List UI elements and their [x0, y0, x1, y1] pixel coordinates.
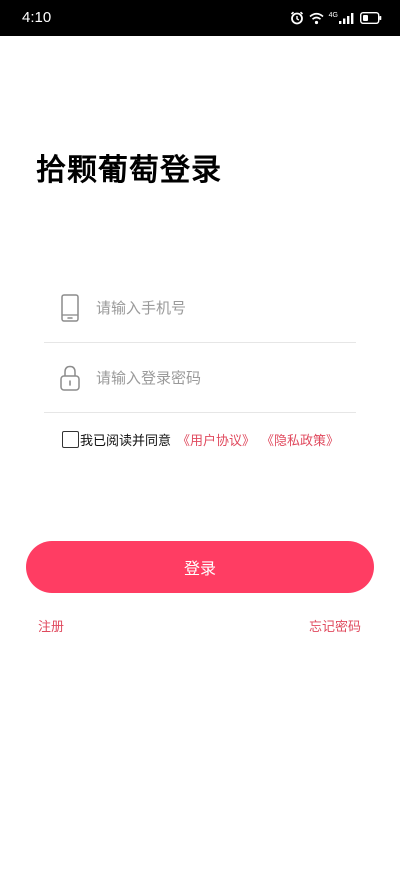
phone-input[interactable]	[96, 294, 346, 322]
battery-icon	[360, 12, 382, 24]
password-field	[44, 342, 356, 413]
network-type-label: 4G	[328, 11, 338, 19]
phone-icon	[61, 294, 79, 322]
register-link[interactable]: 注册	[38, 616, 64, 635]
status-bar: 4:10 4G	[0, 0, 400, 36]
lock-icon	[60, 365, 80, 391]
page-title: 拾颗葡萄登录	[36, 153, 222, 188]
agreement-checkbox[interactable]	[62, 430, 79, 448]
login-button[interactable]: 登录	[26, 541, 374, 593]
privacy-policy-link[interactable]: 《隐私政策》	[261, 430, 339, 449]
user-agreement-link[interactable]: 《用户协议》	[177, 430, 255, 449]
password-input[interactable]	[96, 364, 346, 392]
wifi-icon	[309, 12, 324, 24]
status-icons: 4G	[290, 10, 382, 26]
agreement-text: 我已阅读并同意	[80, 433, 172, 449]
alarm-icon	[290, 11, 303, 25]
status-time: 4:10	[22, 9, 52, 26]
forgot-password-link[interactable]: 忘记密码	[309, 616, 361, 635]
signal-icon	[339, 13, 354, 24]
agreement-row: 我已阅读并同意 《用户协议》 《隐私政策》	[62, 428, 339, 450]
phone-field	[44, 272, 356, 343]
